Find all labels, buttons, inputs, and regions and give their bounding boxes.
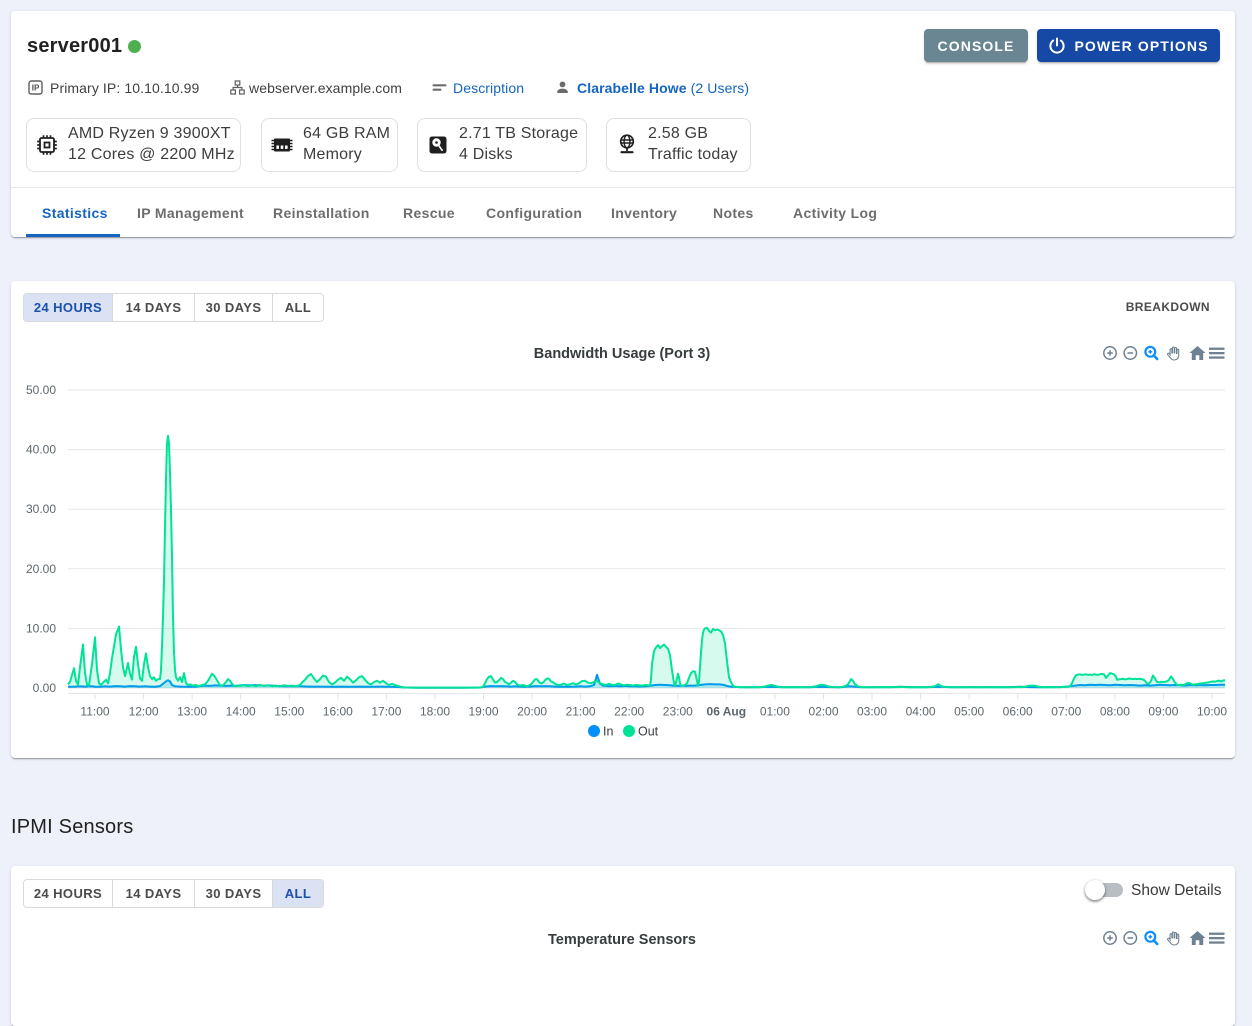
svg-text:09:00: 09:00 <box>1148 705 1178 719</box>
svg-text:20.00: 20.00 <box>26 562 56 576</box>
svg-text:03:00: 03:00 <box>857 705 887 719</box>
svg-text:50.00: 50.00 <box>26 383 56 397</box>
svg-text:23:00: 23:00 <box>663 705 693 719</box>
svg-text:04:00: 04:00 <box>906 705 936 719</box>
svg-text:Out: Out <box>638 725 659 739</box>
svg-text:40.00: 40.00 <box>26 443 56 457</box>
svg-text:02:00: 02:00 <box>808 705 838 719</box>
svg-text:06 Aug: 06 Aug <box>707 705 747 719</box>
svg-text:10:00: 10:00 <box>1197 705 1227 719</box>
svg-text:Bandwidth Usage (Port 3): Bandwidth Usage (Port 3) <box>534 346 711 362</box>
svg-text:08:00: 08:00 <box>1100 705 1130 719</box>
svg-text:13:00: 13:00 <box>177 705 207 719</box>
svg-text:30.00: 30.00 <box>26 502 56 516</box>
svg-text:07:00: 07:00 <box>1051 705 1081 719</box>
svg-text:10.00: 10.00 <box>26 621 56 635</box>
svg-text:12:00: 12:00 <box>129 705 159 719</box>
svg-text:01:00: 01:00 <box>760 705 790 719</box>
svg-text:17:00: 17:00 <box>371 705 401 719</box>
svg-text:11:00: 11:00 <box>80 705 109 719</box>
svg-text:20:00: 20:00 <box>517 705 547 719</box>
svg-text:19:00: 19:00 <box>468 705 498 719</box>
svg-text:06:00: 06:00 <box>1003 705 1033 719</box>
svg-text:In: In <box>603 725 613 739</box>
svg-text:0.00: 0.00 <box>33 681 57 695</box>
svg-text:05:00: 05:00 <box>954 705 984 719</box>
svg-text:22:00: 22:00 <box>614 705 644 719</box>
svg-text:14:00: 14:00 <box>226 705 256 719</box>
svg-text:Temperature Sensors: Temperature Sensors <box>548 932 696 948</box>
svg-text:21:00: 21:00 <box>566 705 596 719</box>
svg-text:IP: IP <box>32 83 40 92</box>
svg-text:18:00: 18:00 <box>420 705 450 719</box>
svg-text:15:00: 15:00 <box>274 705 304 719</box>
svg-text:16:00: 16:00 <box>323 705 353 719</box>
